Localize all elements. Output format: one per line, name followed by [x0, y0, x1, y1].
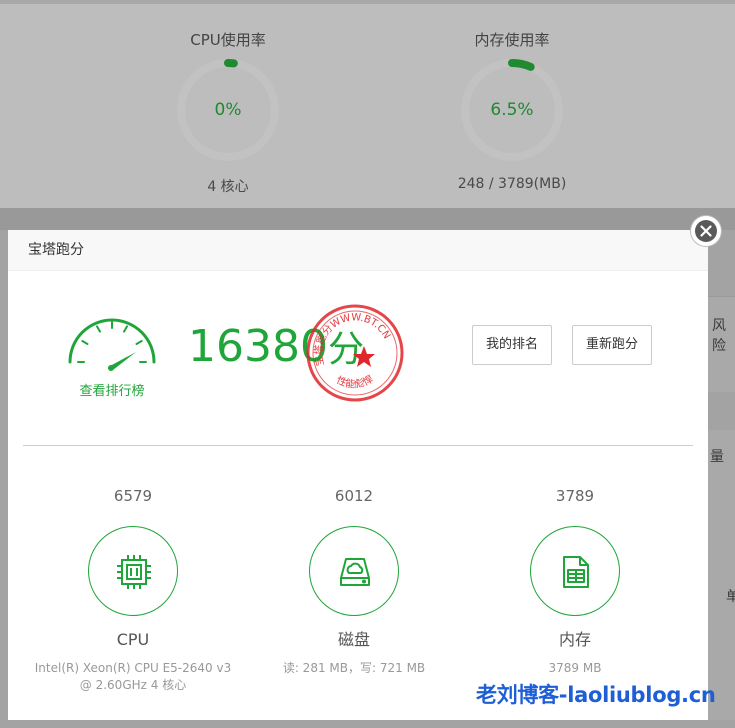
memory-label: 内存 [558, 630, 591, 649]
memory-score: 3789 [555, 487, 595, 505]
my-rank-button[interactable]: 我的排名 [472, 325, 552, 365]
cpu-usage-ring: 0% [176, 58, 280, 162]
cpu-score: 6579 [113, 487, 153, 505]
memory-usage-ring: 6.5% [460, 58, 564, 162]
speedometer-rank-link[interactable]: 查看排行榜 [64, 314, 160, 404]
modal-title: 宝塔跑分 [8, 230, 708, 271]
memory-icon [563, 556, 589, 588]
benchmark-modal: 宝塔跑分 查看排行榜 16380分 宝塔跑分WWW.BT.CN 性能彪悍 我的排… [8, 230, 708, 720]
disk-score: 6012 [334, 487, 374, 505]
memory-score-item: 3789 内存 3789 MB [465, 486, 685, 677]
disk-detail: 读: 281 MB，写: 721 MB [282, 661, 426, 675]
memory-detail: 3789 MB [548, 661, 602, 675]
retest-button[interactable]: 重新跑分 [572, 325, 652, 365]
cpu-usage-gauge[interactable]: CPU使用率 0% 4 核心 [158, 30, 298, 196]
cpu-score-item: 6579 CPU Intel(R) Xeon(R) CPU E5-2640 v3… [23, 486, 243, 694]
close-icon [700, 225, 712, 237]
side-label-qty: 量 [710, 449, 724, 465]
dashboard-divider-band [0, 208, 735, 230]
side-label-dan: 单 [726, 589, 735, 605]
memory-usage-gauge[interactable]: 内存使用率 6.5% 248 / 3789(MB) [442, 30, 582, 192]
memory-usage-detail: 248 / 3789(MB) [457, 176, 567, 192]
section-divider [23, 445, 693, 446]
blog-watermark: 老刘博客-laoliublog.cn [476, 683, 716, 707]
svg-text:宝塔跑分WWW.BT.CN: 宝塔跑分WWW.BT.CN [312, 312, 392, 367]
cpu-core-count: 4 核心 [207, 179, 249, 195]
cpu-chip-icon [117, 555, 151, 589]
memory-usage-title: 内存使用率 [474, 31, 550, 49]
cpu-detail: Intel(R) Xeon(R) CPU E5-2640 v3 @ 2.60GH… [34, 661, 232, 692]
cpu-usage-value: 0% [214, 100, 242, 120]
disk-score-item: 6012 磁盘 读: 281 MB，写: 721 MB [244, 486, 464, 677]
dashboard-status-panel: CPU使用率 0% 4 核心 内存使用率 6.5% 248 / 3789(MB) [0, 4, 735, 208]
disk-label: 磁盘 [337, 630, 370, 649]
cpu-label: CPU [116, 630, 150, 649]
disk-icon-circle [309, 526, 399, 616]
cpu-icon-circle [88, 526, 178, 616]
cpu-usage-title: CPU使用率 [190, 31, 266, 49]
memory-icon-circle [530, 526, 620, 616]
dashboard-side-panel-lower [708, 430, 735, 720]
speedometer-icon [68, 318, 156, 371]
view-leaderboard-link[interactable]: 查看排行榜 [64, 380, 160, 399]
close-modal-button[interactable] [691, 216, 721, 246]
svg-text:性能彪悍: 性能彪悍 [335, 372, 376, 390]
side-label-risk: 风险 [712, 318, 726, 354]
memory-usage-value: 6.5% [490, 100, 534, 120]
bt-seal-stamp-icon: 宝塔跑分WWW.BT.CN 性能彪悍 [306, 304, 404, 402]
disk-icon [340, 558, 370, 586]
